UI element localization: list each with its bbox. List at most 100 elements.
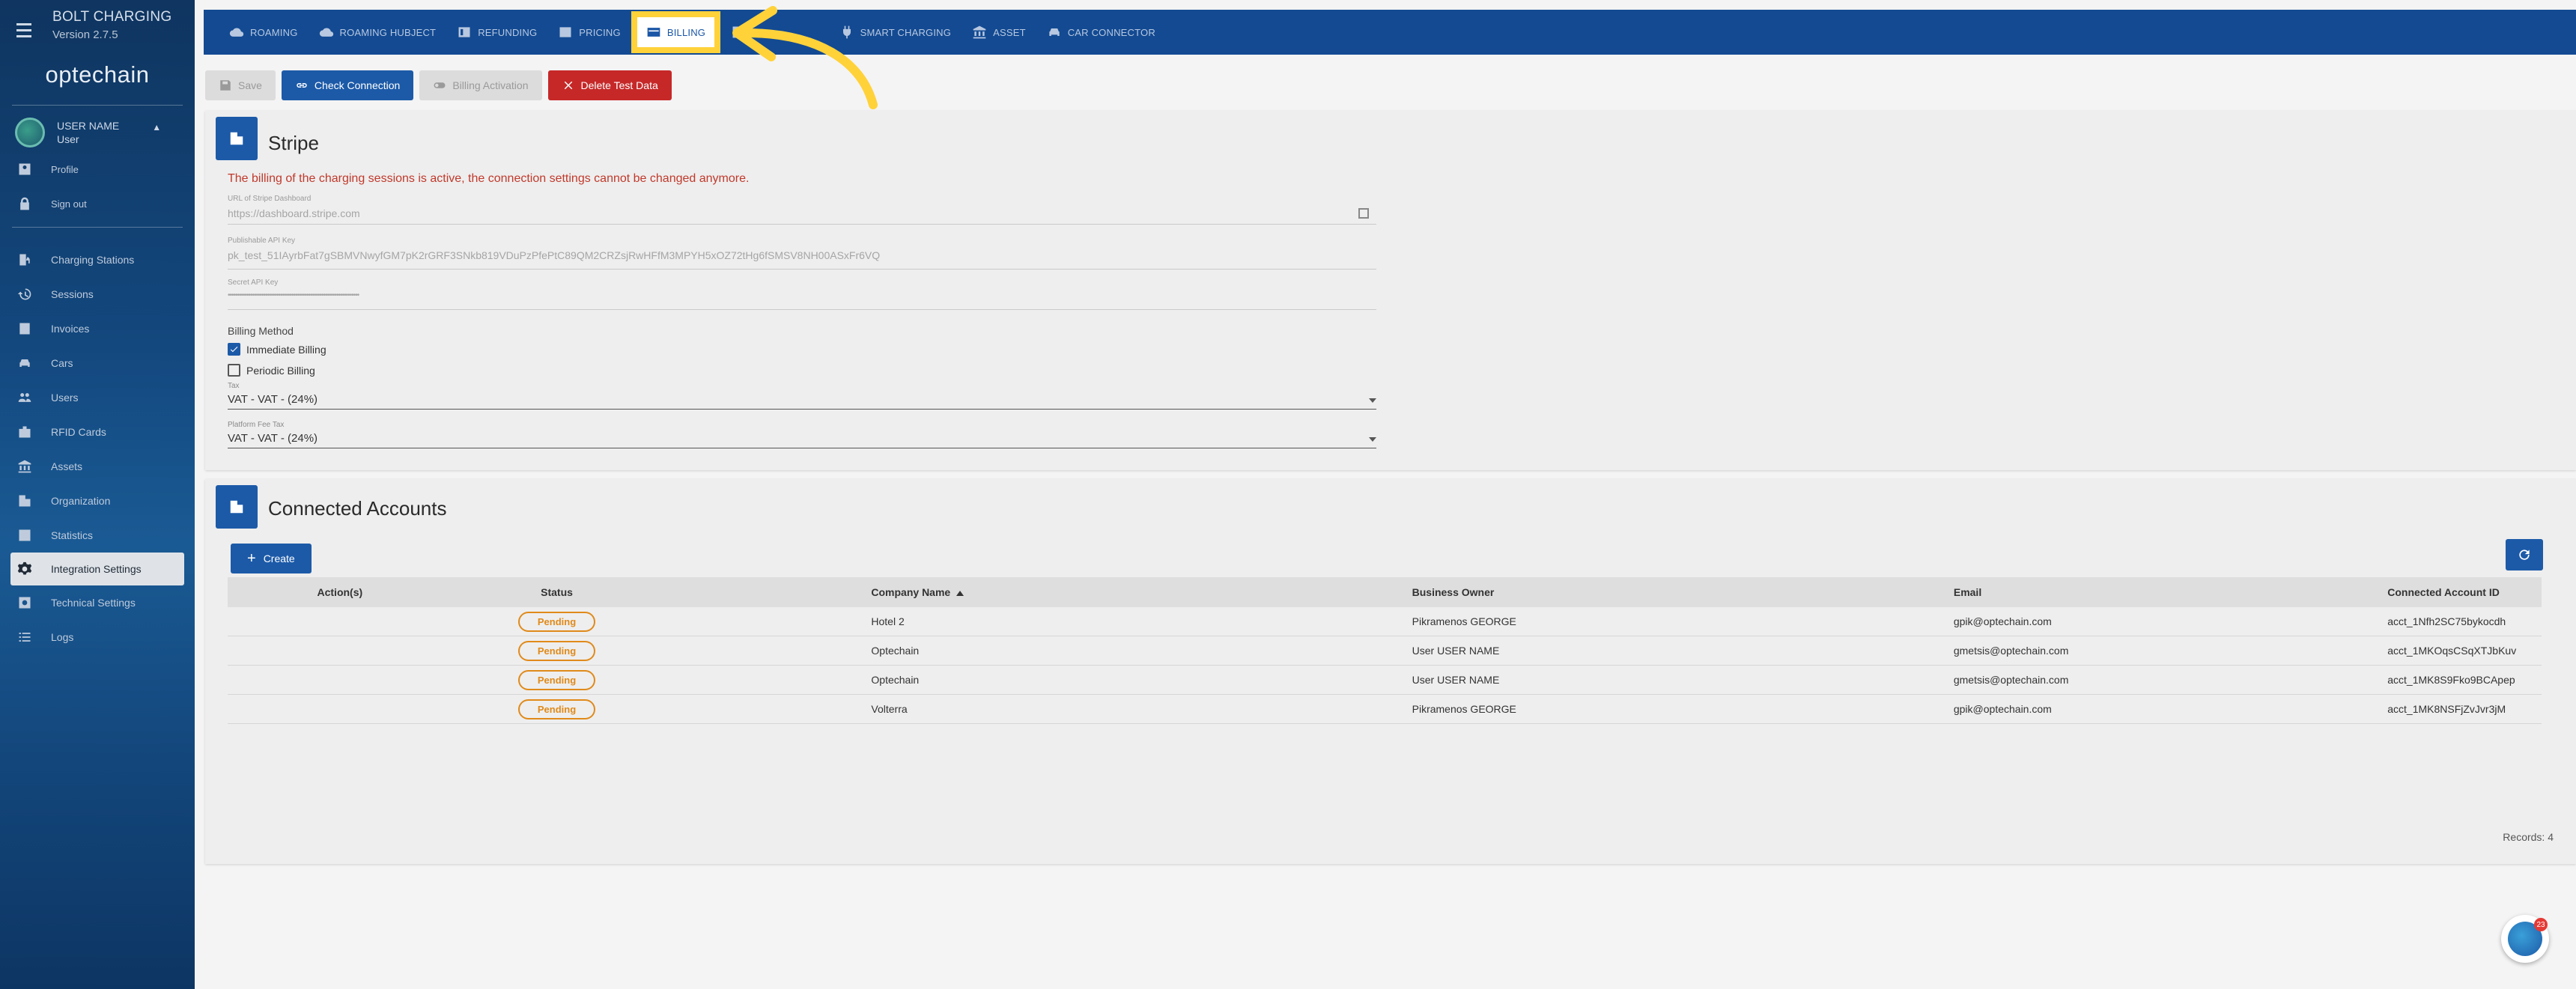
field-value: https://dashboard.stripe.com <box>228 207 360 219</box>
sidebar-item-users[interactable]: Users <box>0 380 195 415</box>
sidebar-item-rfid-cards[interactable]: RFID Cards <box>0 415 195 449</box>
badge-icon <box>16 424 33 440</box>
sidebar-item-label: Profile <box>51 163 79 175</box>
sidebar-item-technical-settings[interactable]: Technical Settings <box>0 585 195 620</box>
sidebar-item-sessions[interactable]: Sessions <box>0 277 195 311</box>
sidebar-item-label: Logs <box>51 631 74 643</box>
sidebar-item-label: RFID Cards <box>51 426 106 438</box>
tab-label: BILLING <box>666 26 706 38</box>
company-cell: Volterra <box>871 703 908 715</box>
status-badge: Pending <box>517 699 596 719</box>
tab-asset[interactable]: ASSET <box>962 16 1036 49</box>
table-row[interactable]: Pending Optechain User USER NAME gmetsis… <box>228 636 2542 666</box>
delete-test-data-label: Delete Test Data <box>580 79 658 91</box>
sidebar-item-charging-stations[interactable]: Charging Stations <box>0 243 195 277</box>
caret-down-icon <box>1369 437 1376 442</box>
column-header: Email <box>1953 586 1982 598</box>
sidebar-item-integration-settings[interactable]: Integration Settings <box>10 553 184 585</box>
checkbox-checked-icon <box>228 343 240 356</box>
building-icon <box>216 485 258 529</box>
secret-key-field[interactable]: Secret API Key •••••••••••••••••••••••••… <box>228 279 1376 310</box>
plug-icon <box>842 25 851 39</box>
settings-tabs: ROAMING ROAMING HUBJECT REFUNDING PRICIN… <box>204 10 2576 55</box>
sort-asc-icon <box>956 590 965 596</box>
account-id-cell: acct_1MK8NSFjZvJvr3jM <box>2387 703 2506 715</box>
table-row[interactable]: Pending Volterra Pikramenos GEORGE gpik@… <box>228 695 2542 724</box>
sidebar-item-label: Charging Stations <box>51 254 135 266</box>
tab-label: ASSET <box>993 26 1026 38</box>
sidebar-item-cars[interactable]: Cars <box>0 346 195 380</box>
check-connection-button[interactable]: Check Connection <box>281 70 414 100</box>
credit-card-icon <box>647 28 660 37</box>
tab-pricing[interactable]: PRICING <box>547 16 631 49</box>
tab-roaming-hubject[interactable]: ROAMING HUBJECT <box>309 16 447 49</box>
table-row[interactable]: Pending Hotel 2 Pikramenos GEORGE gpik@o… <box>228 607 2542 636</box>
delete-test-data-button[interactable]: Delete Test Data <box>547 70 672 100</box>
immediate-billing-checkbox[interactable]: Immediate Billing <box>228 343 326 356</box>
tab-label: PRICING <box>579 26 621 38</box>
sidebar-item-statistics[interactable]: Statistics <box>0 518 195 553</box>
lock-icon <box>16 195 33 212</box>
save-icon <box>220 80 231 91</box>
save-button-label: Save <box>238 79 262 91</box>
select-value: VAT - VAT - (24%) <box>228 393 318 406</box>
checkbox-unchecked-icon <box>228 364 240 377</box>
column-header: Connected Account ID <box>2387 586 2500 598</box>
sidebar-item-organization[interactable]: Organization <box>0 484 195 518</box>
tab-billing[interactable]: BILLING <box>631 11 721 53</box>
error-message: The billing of the charging sessions is … <box>228 172 750 185</box>
app-version: Version 2.7.5 <box>52 28 118 41</box>
caret-down-icon: ▲ <box>152 122 162 133</box>
company-cell: Optechain <box>871 674 920 686</box>
open-in-new-icon[interactable] <box>1358 208 1369 219</box>
publishable-key-field[interactable]: Publishable API Key pk_test_51IAyrbFat7g… <box>228 237 1376 270</box>
chart-icon <box>16 527 33 544</box>
refresh-button[interactable] <box>2506 539 2543 570</box>
company-cell: Optechain <box>871 645 920 657</box>
menu-icon[interactable] <box>16 19 37 40</box>
sidebar-item-assets[interactable]: Assets <box>0 449 195 484</box>
billing-activation-button[interactable]: Billing Activation <box>419 70 542 100</box>
sidebar-item-label: Users <box>51 392 79 404</box>
link-icon <box>297 83 307 88</box>
accounts-table: Action(s) Status Company Name Business O… <box>228 577 2542 724</box>
tab-analytics[interactable]: AN <box>720 16 776 49</box>
owner-cell: Pikramenos GEORGE <box>1412 615 1516 627</box>
building-icon <box>16 493 33 509</box>
help-widget-button[interactable]: 23 <box>2501 915 2549 963</box>
tab-label: ROAMING <box>250 26 298 38</box>
sidebar-item-profile[interactable]: Profile <box>0 152 195 186</box>
column-header: Action(s) <box>317 586 363 598</box>
tab-car-connector[interactable]: CAR CONNECTOR <box>1036 16 1166 49</box>
create-button[interactable]: + Create <box>231 544 312 573</box>
sidebar-item-label: Organization <box>51 495 111 507</box>
users-icon <box>16 389 33 406</box>
periodic-billing-checkbox[interactable]: Periodic Billing <box>228 364 315 377</box>
select-label: Tax <box>228 382 240 390</box>
tab-smart-charging[interactable]: SMART CHARGING <box>829 16 962 49</box>
account-id-cell: acct_1MK8S9Fko9BCApep <box>2387 674 2515 686</box>
list-icon <box>559 27 571 37</box>
tax-select[interactable]: Tax VAT - VAT - (24%) <box>228 382 1376 410</box>
sidebar-item-invoices[interactable]: Invoices <box>0 311 195 346</box>
sidebar-item-sign-out[interactable]: Sign out <box>0 186 195 221</box>
platform-fee-tax-select[interactable]: Platform Fee Tax VAT - VAT - (24%) <box>228 421 1376 448</box>
email-cell: gmetsis@optechain.com <box>1953 674 2069 686</box>
stripe-url-field[interactable]: URL of Stripe Dashboard https://dashboar… <box>228 195 1376 225</box>
select-value: VAT - VAT - (24%) <box>228 432 318 445</box>
card-title: Stripe <box>268 132 319 154</box>
save-button[interactable]: Save <box>205 70 276 100</box>
cloud-icon <box>229 28 244 37</box>
tab-refunding[interactable]: REFUNDING <box>446 16 547 49</box>
checkbox-label: Periodic Billing <box>246 364 315 377</box>
settings-box-icon <box>16 594 33 611</box>
owner-cell: Pikramenos GEORGE <box>1412 703 1516 715</box>
column-header-company[interactable]: Company Name <box>661 586 1412 598</box>
user-menu[interactable]: USER NAME User ▲ <box>0 106 195 152</box>
app-title: BOLT CHARGING <box>52 9 172 25</box>
close-icon <box>564 81 572 90</box>
create-button-label: Create <box>263 553 295 565</box>
tab-roaming[interactable]: ROAMING <box>219 16 309 49</box>
sidebar-item-logs[interactable]: Logs <box>0 620 195 654</box>
table-row[interactable]: Pending Optechain User USER NAME gmetsis… <box>228 666 2542 695</box>
